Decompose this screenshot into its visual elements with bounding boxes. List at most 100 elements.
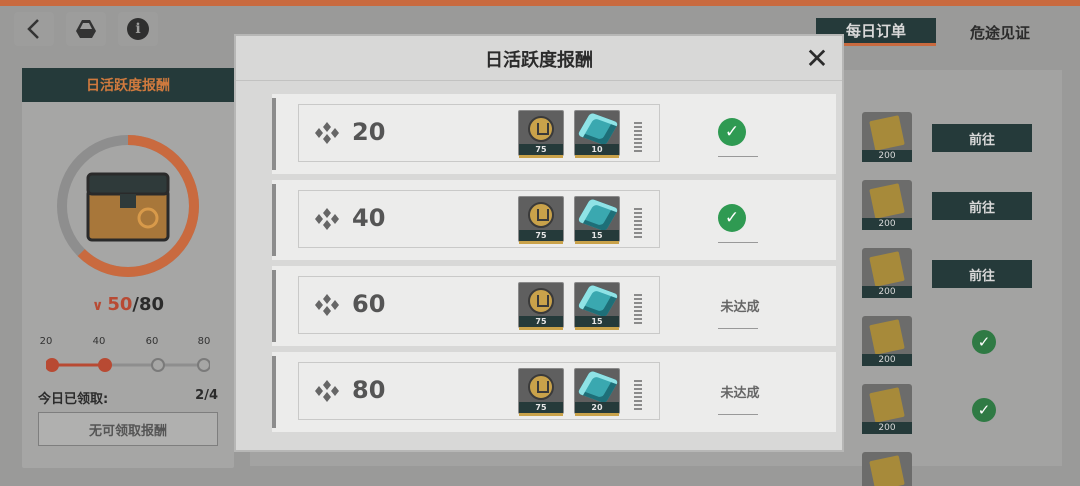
reward-row: 80 75 20 未达成 <box>272 352 836 432</box>
book-icon <box>869 183 905 219</box>
medal-icon <box>528 288 554 314</box>
milestone-label: 20 <box>39 336 53 347</box>
check-icon: ✓ <box>972 330 996 354</box>
milestone-track <box>46 358 210 372</box>
reward-item[interactable]: 15 <box>574 282 620 330</box>
reward-quantity: 15 <box>575 230 619 241</box>
rarity-strip <box>519 241 563 244</box>
crystal-icon <box>577 112 619 146</box>
reward-quantity: 75 <box>519 316 563 327</box>
barcode-decoration <box>634 122 642 152</box>
claimed-label: 今日已领取: <box>38 392 109 407</box>
medal-icon <box>528 116 554 142</box>
book-icon <box>869 115 905 151</box>
claimed-row: 今日已领取: 2/4 <box>38 388 218 407</box>
check-icon: ✓ <box>972 398 996 422</box>
reward-row: 20 75 10 ✓ <box>272 94 836 174</box>
activity-score: ∨ 50/80 <box>22 294 234 315</box>
check-icon: ✓ <box>718 118 746 146</box>
claimed-value: 2/4 <box>195 388 218 403</box>
drive-icon <box>76 20 96 38</box>
tab-perilous-witness[interactable]: 危途见证 <box>950 18 1050 46</box>
close-button[interactable]: ✕ <box>802 44 832 74</box>
activity-icon: ∨ <box>91 298 104 314</box>
reward-level: 40 <box>352 204 386 232</box>
crystal-icon <box>577 198 619 232</box>
activity-level-icon <box>315 294 339 316</box>
rarity-strip <box>575 413 619 416</box>
milestone-node-reached <box>46 358 59 372</box>
milestone-label: 60 <box>145 336 159 347</box>
row-accent-bar <box>272 356 276 428</box>
activity-progress-ring <box>54 132 202 280</box>
activity-level-icon <box>315 122 339 144</box>
reward-quantity: 10 <box>575 144 619 155</box>
status-not-achieved: 未达成 <box>720 386 760 401</box>
reward-item[interactable]: 75 <box>518 110 564 158</box>
close-icon: ✕ <box>805 42 829 75</box>
activity-score-total: /80 <box>132 294 165 315</box>
chevron-left-icon <box>27 19 39 39</box>
rarity-strip <box>519 327 563 330</box>
activity-level-icon <box>315 208 339 230</box>
order-row: 200 <box>250 450 1062 486</box>
reward-level: 20 <box>352 118 386 146</box>
go-button[interactable]: 前往 <box>932 124 1032 152</box>
status-underline <box>718 156 758 157</box>
go-button[interactable]: 前往 <box>932 192 1032 220</box>
reward-row: 40 75 15 ✓ <box>272 180 836 260</box>
reward-item[interactable]: 15 <box>574 196 620 244</box>
info-button[interactable]: i <box>118 12 158 46</box>
reward-quantity: 200 <box>862 218 912 230</box>
drive-button[interactable] <box>66 12 106 46</box>
rarity-strip <box>575 241 619 244</box>
info-icon: i <box>127 18 149 40</box>
reward-quantity: 200 <box>862 422 912 434</box>
barcode-decoration <box>634 380 642 410</box>
book-icon <box>869 387 905 423</box>
book-icon <box>869 455 905 486</box>
reward-item[interactable]: 75 <box>518 368 564 416</box>
rarity-strip <box>519 155 563 158</box>
activity-level-icon <box>315 380 339 402</box>
reward-item: 200 <box>862 316 912 366</box>
top-accent-stripe <box>0 0 1080 6</box>
reward-item[interactable]: 20 <box>574 368 620 416</box>
reward-quantity: 75 <box>519 230 563 241</box>
milestone-label: 40 <box>92 336 106 347</box>
status-not-achieved: 未达成 <box>720 300 760 315</box>
reward-item: 200 <box>862 180 912 230</box>
reward-quantity: 15 <box>575 316 619 327</box>
milestone-node-reached <box>98 358 112 372</box>
back-button[interactable] <box>14 12 54 46</box>
rarity-strip <box>575 155 619 158</box>
row-accent-bar <box>272 184 276 256</box>
barcode-decoration <box>634 208 642 238</box>
rarity-strip <box>575 327 619 330</box>
milestone-node <box>197 358 210 372</box>
rarity-strip <box>519 413 563 416</box>
barcode-decoration <box>634 294 642 324</box>
claim-rewards-button[interactable]: 无可领取报酬 <box>38 412 218 446</box>
reward-item[interactable]: 10 <box>574 110 620 158</box>
row-accent-bar <box>272 98 276 170</box>
reward-item[interactable]: 75 <box>518 282 564 330</box>
reward-quantity: 75 <box>519 402 563 413</box>
reward-level: 60 <box>352 290 386 318</box>
activity-panel-header: 日活跃度报酬 <box>22 68 234 102</box>
activity-rewards-modal: 日活跃度报酬 ✕ 20 75 10 ✓ 40 75 15 ✓ 60 75 15 未达成 80 75 20 未达… <box>236 36 842 450</box>
go-button[interactable]: 前往 <box>932 260 1032 288</box>
status-underline <box>718 328 758 329</box>
reward-quantity: 20 <box>575 402 619 413</box>
reward-item: 200 <box>862 112 912 162</box>
reward-item: 200 <box>862 452 912 486</box>
modal-title: 日活跃度报酬 <box>485 50 593 71</box>
reward-item: 200 <box>862 248 912 298</box>
medal-icon <box>528 374 554 400</box>
reward-quantity: 200 <box>862 286 912 298</box>
check-icon: ✓ <box>718 204 746 232</box>
modal-divider <box>236 80 842 81</box>
reward-item[interactable]: 75 <box>518 196 564 244</box>
reward-quantity: 200 <box>862 150 912 162</box>
crystal-icon <box>577 370 619 404</box>
